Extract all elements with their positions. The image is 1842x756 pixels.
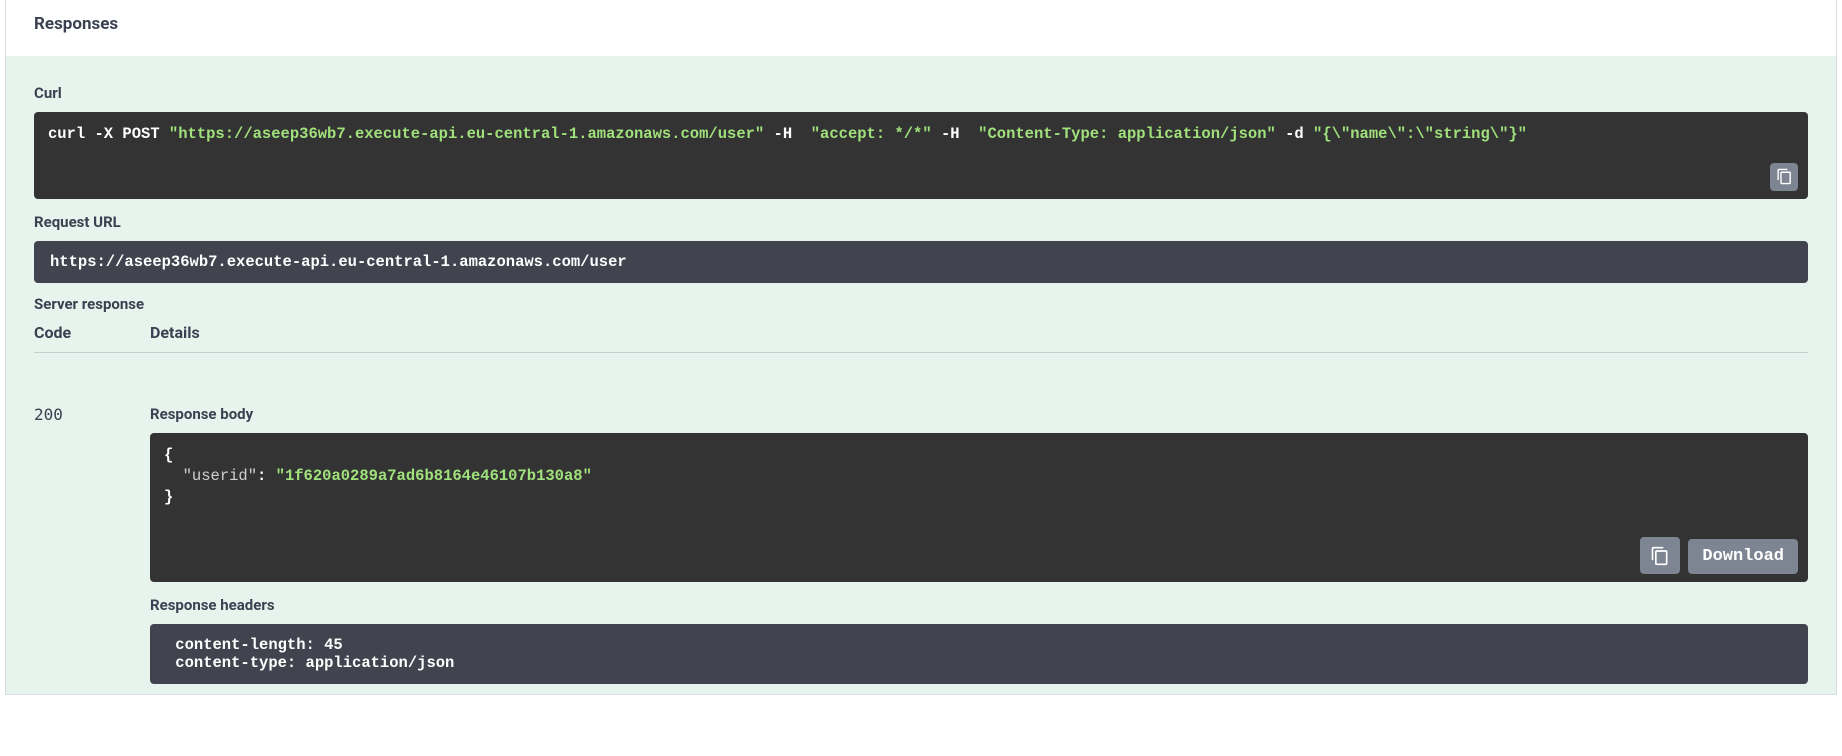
curl-code-block: curl -X POST "https://aseep36wb7.execute… bbox=[34, 112, 1808, 199]
rb-colon: : bbox=[257, 467, 276, 485]
curl-h1-flag: -H bbox=[764, 125, 811, 143]
rb-key: "userid" bbox=[183, 467, 257, 485]
request-url-label: Request URL bbox=[34, 213, 1808, 231]
download-button[interactable]: Download bbox=[1688, 539, 1798, 574]
server-response-label: Server response bbox=[34, 295, 1808, 313]
curl-cmd: curl -X POST bbox=[48, 125, 169, 143]
copy-curl-button[interactable] bbox=[1770, 163, 1798, 191]
rh-line1: content-length: 45 bbox=[166, 636, 352, 654]
curl-h2-flag: -H bbox=[932, 125, 979, 143]
responses-header: Responses bbox=[6, 0, 1836, 56]
details-column: Response body { "userid": "1f620a0289a7a… bbox=[150, 365, 1808, 685]
responses-panel: Responses Curl curl -X POST "https://ase… bbox=[5, 0, 1837, 695]
response-table-head: Code Details bbox=[34, 323, 1808, 353]
clipboard-icon bbox=[1776, 168, 1793, 185]
rb-close: } bbox=[164, 488, 173, 506]
rb-prefix bbox=[164, 467, 183, 485]
request-url-block: https://aseep36wb7.execute-api.eu-centra… bbox=[34, 241, 1808, 283]
response-headers-label: Response headers bbox=[150, 596, 1808, 614]
status-code: 200 bbox=[34, 365, 150, 685]
response-body-block: { "userid": "1f620a0289a7ad6b8164e46107b… bbox=[150, 433, 1808, 583]
curl-h2-val: "Content-Type: application/json" bbox=[978, 125, 1276, 143]
rb-open: { bbox=[164, 446, 173, 464]
response-body-label: Response body bbox=[150, 405, 1808, 423]
curl-label: Curl bbox=[34, 84, 1808, 102]
curl-d-flag: -d bbox=[1276, 125, 1313, 143]
curl-h1-val: "accept: */*" bbox=[811, 125, 932, 143]
clipboard-icon bbox=[1650, 546, 1670, 566]
code-column-header: Code bbox=[34, 323, 150, 342]
rh-line2: content-type: application/json bbox=[166, 654, 464, 672]
copy-response-body-button[interactable] bbox=[1640, 537, 1680, 574]
response-row: 200 Response body { "userid": "1f620a028… bbox=[34, 365, 1808, 685]
curl-url: "https://aseep36wb7.execute-api.eu-centr… bbox=[169, 125, 764, 143]
response-headers-block: content-length: 45 content-type: applica… bbox=[150, 624, 1808, 684]
details-column-header: Details bbox=[150, 323, 1808, 342]
rb-value: "1f620a0289a7ad6b8164e46107b130a8" bbox=[276, 467, 592, 485]
responses-body: Curl curl -X POST "https://aseep36wb7.ex… bbox=[6, 56, 1836, 694]
responses-title: Responses bbox=[34, 14, 1808, 34]
curl-d-val: "{\"name\":\"string\"}" bbox=[1313, 125, 1527, 143]
